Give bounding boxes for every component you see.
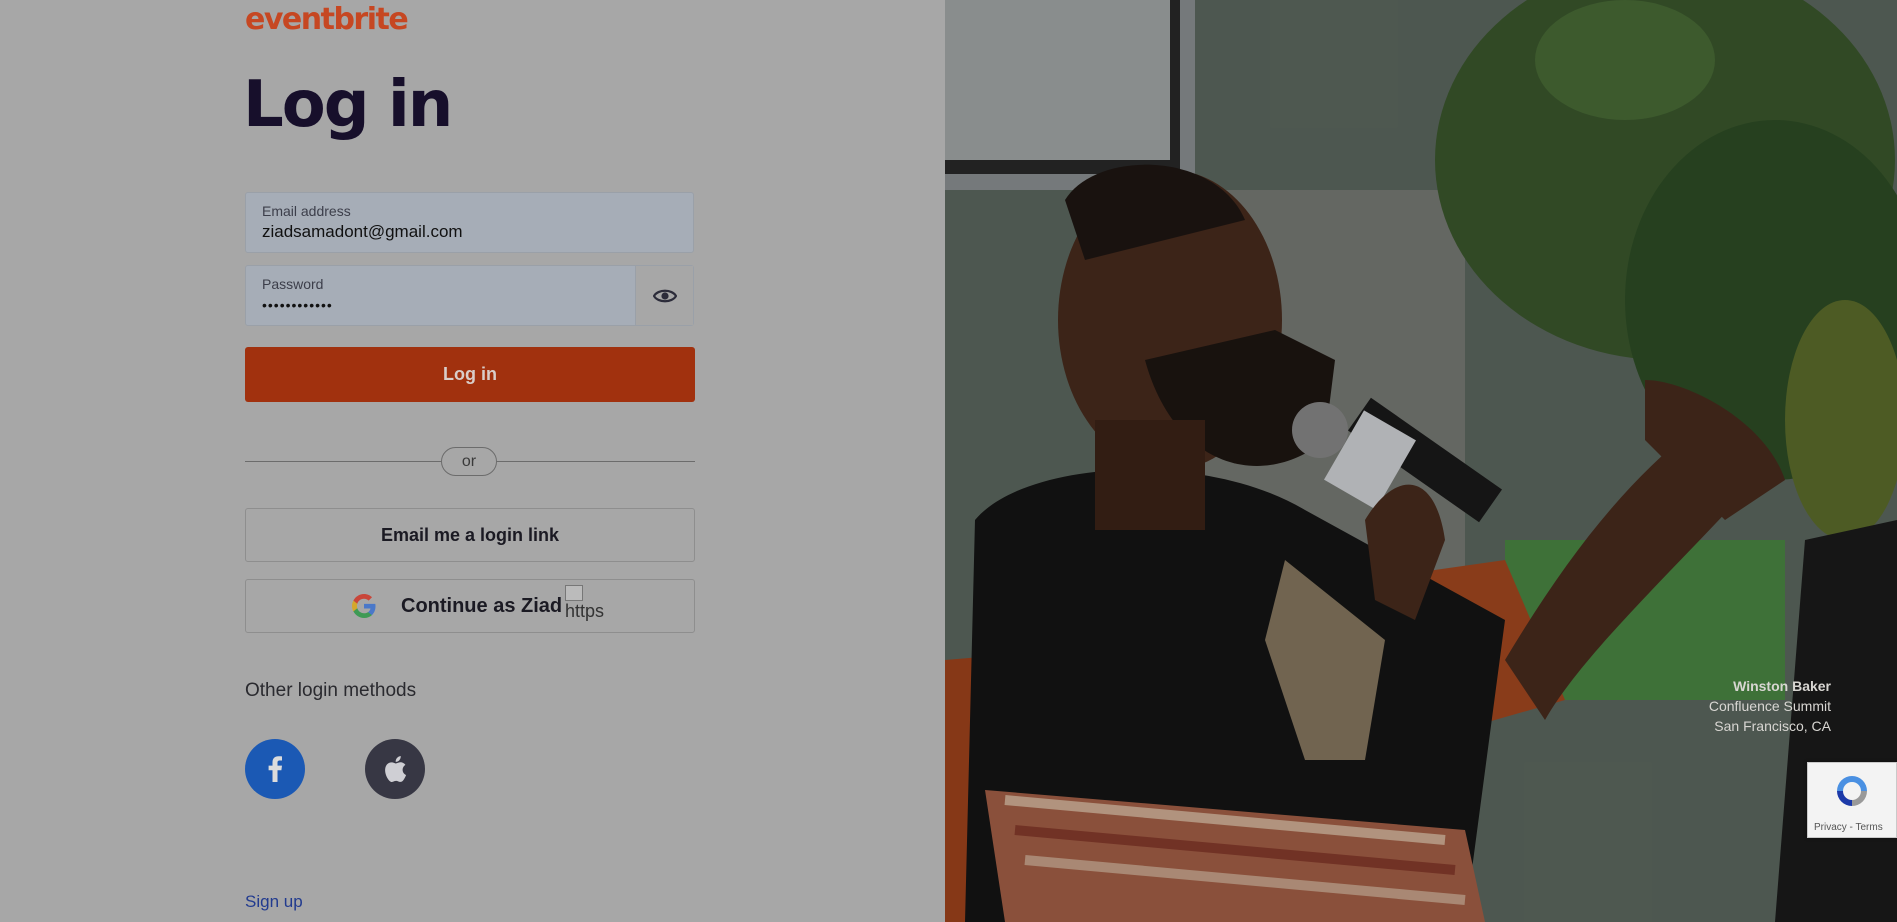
photo-credit: Winston Baker Confluence Summit San Fran… xyxy=(1709,676,1831,736)
password-field-label: Password xyxy=(262,276,324,292)
email-field[interactable]: Email address ziadsamadont@gmail.com xyxy=(245,192,694,253)
photo-credit-location: San Francisco, CA xyxy=(1714,718,1831,734)
photo-credit-name: Winston Baker xyxy=(1733,678,1831,694)
google-icon xyxy=(352,594,376,618)
password-field-value[interactable]: •••••••••••• xyxy=(262,297,333,313)
login-button[interactable]: Log in xyxy=(245,347,695,402)
login-panel: eventbrite Log in Email address ziadsama… xyxy=(0,0,945,922)
apple-login-button[interactable] xyxy=(365,739,425,799)
google-continue-label: Continue as Ziad xyxy=(401,595,563,617)
broken-image-icon xyxy=(565,585,583,601)
google-avatar-broken-image: https xyxy=(565,585,611,629)
show-password-button[interactable] xyxy=(635,266,693,325)
password-field[interactable]: Password •••••••••••• xyxy=(245,265,694,326)
hero-photo: Winston Baker Confluence Summit San Fran… xyxy=(945,0,1897,922)
recaptcha-terms[interactable]: Privacy - Terms xyxy=(1814,822,1883,833)
other-login-methods-heading: Other login methods xyxy=(245,680,417,701)
email-field-label: Email address xyxy=(262,203,351,219)
eye-icon xyxy=(652,289,677,302)
email-login-link-button[interactable]: Email me a login link xyxy=(245,508,695,562)
broken-image-alt-text: https xyxy=(565,601,605,621)
page-title: Log in xyxy=(243,68,453,142)
divider-line-left xyxy=(245,461,441,462)
apple-icon xyxy=(385,756,407,782)
facebook-icon xyxy=(268,756,282,782)
recaptcha-badge[interactable]: Privacy - Terms xyxy=(1807,762,1897,838)
photo-credit-event: Confluence Summit xyxy=(1708,698,1831,714)
divider-or: or xyxy=(441,447,497,476)
google-continue-button[interactable]: Continue as Ziad https xyxy=(245,579,695,633)
recaptcha-icon xyxy=(1837,776,1867,806)
facebook-login-button[interactable] xyxy=(245,739,305,799)
speaker-photo-illustration xyxy=(945,0,1897,922)
signup-link[interactable]: Sign up xyxy=(245,892,303,912)
eventbrite-logo[interactable]: eventbrite xyxy=(245,2,409,37)
email-field-value[interactable]: ziadsamadont@gmail.com xyxy=(262,222,463,242)
divider-line-right xyxy=(497,461,695,462)
